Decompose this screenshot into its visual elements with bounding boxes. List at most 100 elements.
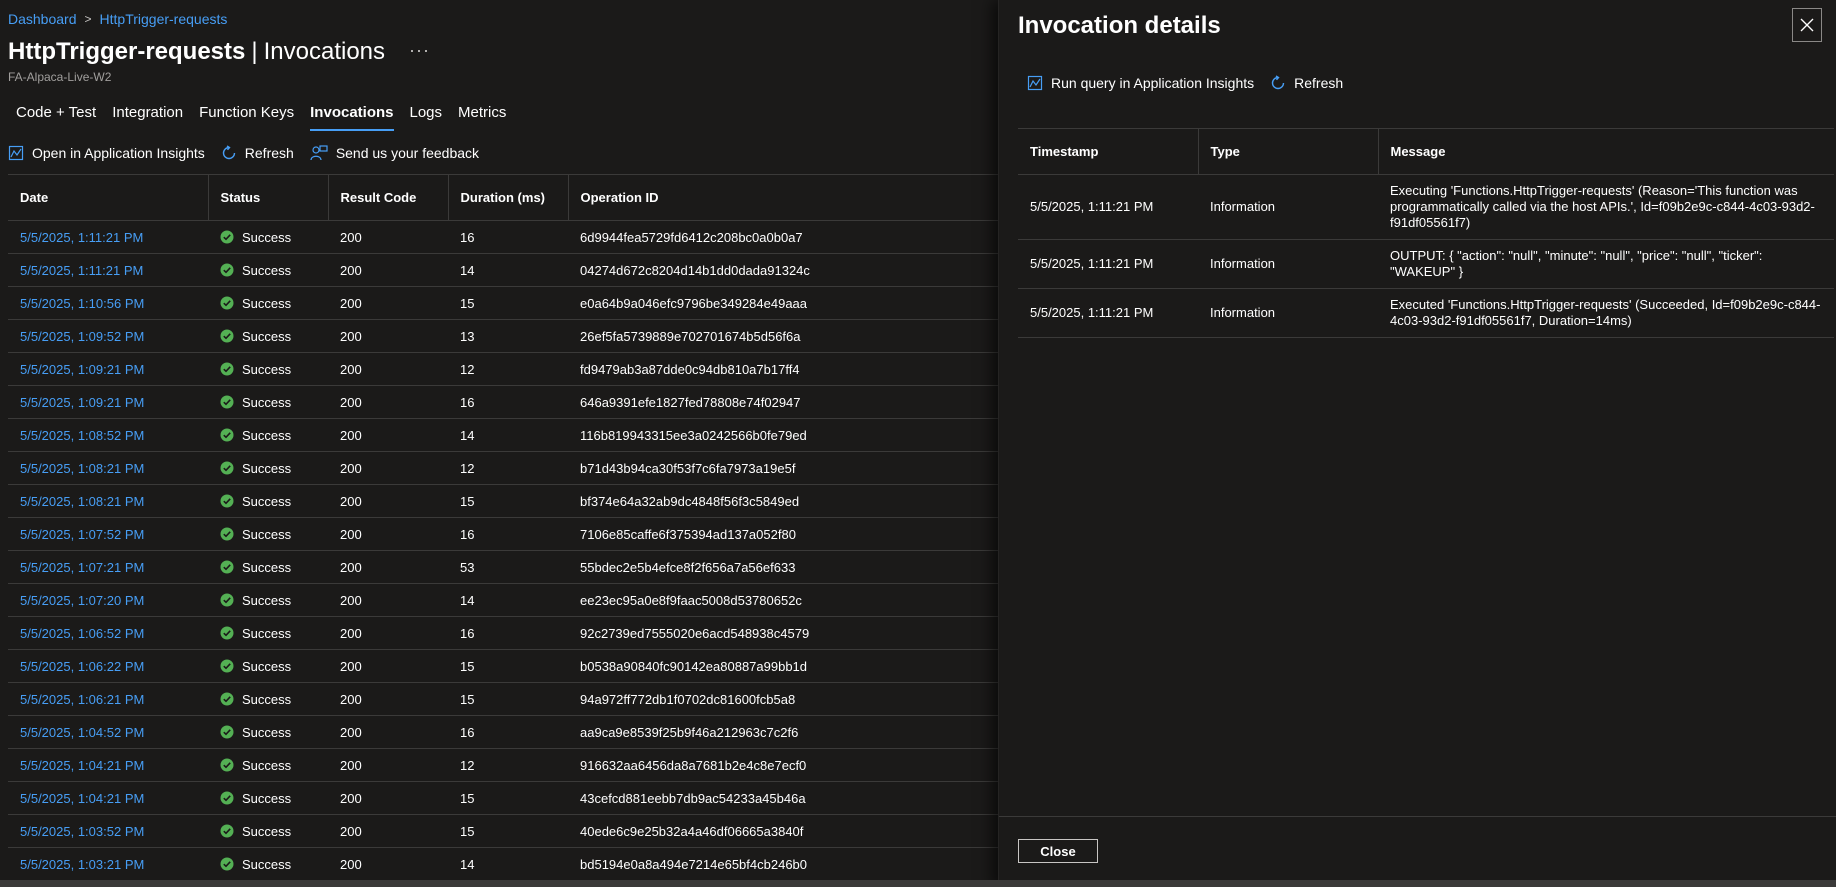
success-check-icon	[220, 659, 234, 673]
table-row[interactable]: 5/5/2025, 1:09:21 PM Success 200 12 fd9479ab…	[8, 352, 998, 386]
cell-date[interactable]: 5/5/2025, 1:08:52 PM	[8, 418, 208, 452]
cell-result-code: 200	[328, 748, 448, 782]
cell-date[interactable]: 5/5/2025, 1:04:21 PM	[8, 748, 208, 782]
table-row[interactable]: 5/5/2025, 1:08:21 PM Success 200 12 b71d43b9…	[8, 451, 998, 485]
table-row[interactable]: 5/5/2025, 1:04:21 PM Success 200 12 916632aa…	[8, 748, 998, 782]
tab-function-keys[interactable]: Function Keys	[199, 102, 294, 131]
cell-result-code: 200	[328, 781, 448, 815]
status-badge: Success	[220, 362, 316, 377]
panel-refresh-label: Refresh	[1294, 75, 1344, 91]
invocation-details-panel: Invocation details Run query in Applicat…	[998, 0, 1836, 887]
column-header-timestamp[interactable]: Timestamp	[1018, 128, 1199, 175]
cell-date[interactable]: 5/5/2025, 1:10:56 PM	[8, 286, 208, 320]
open-in-insights-button[interactable]: Open in Application Insights	[8, 145, 205, 161]
cell-date[interactable]: 5/5/2025, 1:08:21 PM	[8, 484, 208, 518]
cell-date[interactable]: 5/5/2025, 1:08:21 PM	[8, 451, 208, 485]
page-title-separator: |	[251, 38, 258, 65]
run-query-label: Run query in Application Insights	[1051, 75, 1255, 91]
status-badge: Success	[220, 461, 316, 476]
table-row[interactable]: 5/5/2025, 1:08:52 PM Success 200 14 116b8199…	[8, 418, 998, 452]
cell-operation-id: b71d43b94ca30f53f7c6fa7973a19e5f	[568, 451, 998, 485]
cell-date[interactable]: 5/5/2025, 1:04:52 PM	[8, 715, 208, 749]
cell-date[interactable]: 5/5/2025, 1:03:52 PM	[8, 814, 208, 848]
status-badge: Success	[220, 659, 316, 674]
tab-integration[interactable]: Integration	[112, 102, 183, 131]
log-message: Executing 'Functions.HttpTrigger-request…	[1378, 174, 1834, 240]
table-row[interactable]: 5/5/2025, 1:07:21 PM Success 200 53 55bdec2e…	[8, 550, 998, 584]
table-row[interactable]: 5/5/2025, 1:10:56 PM Success 200 15 e0a64b9a…	[8, 286, 998, 320]
table-row[interactable]: 5/5/2025, 1:11:21 PM Success 200 14 04274d67…	[8, 253, 998, 287]
table-row[interactable]: 5/5/2025, 1:04:52 PM Success 200 16 aa9ca9e8…	[8, 715, 998, 749]
column-header-duration[interactable]: Duration (ms)	[448, 174, 569, 221]
cell-status: Success	[208, 517, 328, 551]
log-type: Information	[1198, 174, 1378, 240]
feedback-button[interactable]: Send us your feedback	[310, 145, 479, 161]
panel-refresh-button[interactable]: Refresh	[1270, 75, 1343, 91]
table-row[interactable]: 5/5/2025, 1:03:52 PM Success 200 15 40ede6c9…	[8, 814, 998, 848]
breadcrumb-function[interactable]: HttpTrigger-requests	[100, 11, 228, 27]
cell-status: Success	[208, 715, 328, 749]
cell-status: Success	[208, 847, 328, 881]
log-row[interactable]: 5/5/2025, 1:11:21 PM Information Execute…	[1018, 288, 1834, 338]
tab-logs[interactable]: Logs	[410, 102, 443, 131]
horizontal-scrollbar[interactable]	[0, 880, 1836, 887]
cell-operation-id: fd9479ab3a87dde0c94db810a7b17ff4	[568, 352, 998, 386]
cell-date[interactable]: 5/5/2025, 1:11:21 PM	[8, 253, 208, 287]
status-badge: Success	[220, 791, 316, 806]
cell-result-code: 200	[328, 253, 448, 287]
column-header-result-code[interactable]: Result Code	[328, 174, 449, 221]
cell-duration: 16	[448, 385, 568, 419]
cell-date[interactable]: 5/5/2025, 1:09:52 PM	[8, 319, 208, 353]
cell-date[interactable]: 5/5/2025, 1:07:21 PM	[8, 550, 208, 584]
log-row[interactable]: 5/5/2025, 1:11:21 PM Information Executi…	[1018, 174, 1834, 240]
cell-duration: 15	[448, 814, 568, 848]
more-options-button[interactable]: ···	[409, 40, 430, 61]
success-check-icon	[220, 560, 234, 574]
table-row[interactable]: 5/5/2025, 1:03:21 PM Success 200 14 bd5194e0…	[8, 847, 998, 881]
cell-date[interactable]: 5/5/2025, 1:07:20 PM	[8, 583, 208, 617]
table-row[interactable]: 5/5/2025, 1:06:52 PM Success 200 16 92c2739e…	[8, 616, 998, 650]
table-row[interactable]: 5/5/2025, 1:09:52 PM Success 200 13 26ef5fa5…	[8, 319, 998, 353]
tab-code-test[interactable]: Code + Test	[16, 102, 96, 131]
table-row[interactable]: 5/5/2025, 1:09:21 PM Success 200 16 646a9391…	[8, 385, 998, 419]
close-panel-button[interactable]	[1792, 8, 1822, 42]
column-header-date[interactable]: Date	[8, 174, 209, 221]
status-badge: Success	[220, 725, 316, 740]
cell-date[interactable]: 5/5/2025, 1:03:21 PM	[8, 847, 208, 881]
cell-date[interactable]: 5/5/2025, 1:11:21 PM	[8, 220, 208, 254]
status-label: Success	[242, 658, 292, 674]
cell-status: Success	[208, 352, 328, 386]
cell-status: Success	[208, 748, 328, 782]
table-row[interactable]: 5/5/2025, 1:07:20 PM Success 200 14 ee23ec95…	[8, 583, 998, 617]
cell-date[interactable]: 5/5/2025, 1:04:21 PM	[8, 781, 208, 815]
table-row[interactable]: 5/5/2025, 1:07:52 PM Success 200 16 7106e85c…	[8, 517, 998, 551]
table-row[interactable]: 5/5/2025, 1:08:21 PM Success 200 15 bf374e64…	[8, 484, 998, 518]
column-header-type[interactable]: Type	[1198, 128, 1379, 175]
table-row[interactable]: 5/5/2025, 1:04:21 PM Success 200 15 43cefcd8…	[8, 781, 998, 815]
column-header-operation-id[interactable]: Operation ID	[568, 174, 998, 221]
log-message: OUTPUT: { "action": "null", "minute": "n…	[1378, 239, 1834, 289]
cell-date[interactable]: 5/5/2025, 1:09:21 PM	[8, 352, 208, 386]
column-header-status[interactable]: Status	[208, 174, 329, 221]
cell-date[interactable]: 5/5/2025, 1:06:22 PM	[8, 649, 208, 683]
run-query-button[interactable]: Run query in Application Insights	[1027, 75, 1254, 91]
table-row[interactable]: 5/5/2025, 1:06:21 PM Success 200 15 94a972ff…	[8, 682, 998, 716]
tab-invocations[interactable]: Invocations	[310, 102, 394, 131]
cell-operation-id: 55bdec2e5b4efce8f2f656a7a56ef633	[568, 550, 998, 584]
table-row[interactable]: 5/5/2025, 1:06:22 PM Success 200 15 b0538a90…	[8, 649, 998, 683]
cell-date[interactable]: 5/5/2025, 1:06:52 PM	[8, 616, 208, 650]
column-header-message[interactable]: Message	[1378, 128, 1834, 175]
cell-date[interactable]: 5/5/2025, 1:06:21 PM	[8, 682, 208, 716]
breadcrumb-dashboard[interactable]: Dashboard	[8, 11, 77, 27]
cell-date[interactable]: 5/5/2025, 1:09:21 PM	[8, 385, 208, 419]
log-row[interactable]: 5/5/2025, 1:11:21 PM Information OUTPUT:…	[1018, 239, 1834, 289]
table-row[interactable]: 5/5/2025, 1:11:21 PM Success 200 16 6d9944fe…	[8, 220, 998, 254]
cell-date[interactable]: 5/5/2025, 1:07:52 PM	[8, 517, 208, 551]
close-button[interactable]: Close	[1018, 839, 1098, 863]
tab-metrics[interactable]: Metrics	[458, 102, 506, 131]
success-check-icon	[220, 593, 234, 607]
refresh-button[interactable]: Refresh	[221, 145, 294, 161]
success-check-icon	[220, 725, 234, 739]
cell-duration: 15	[448, 286, 568, 320]
page-subtitle: FA-Alpaca-Live-W2	[8, 70, 112, 84]
